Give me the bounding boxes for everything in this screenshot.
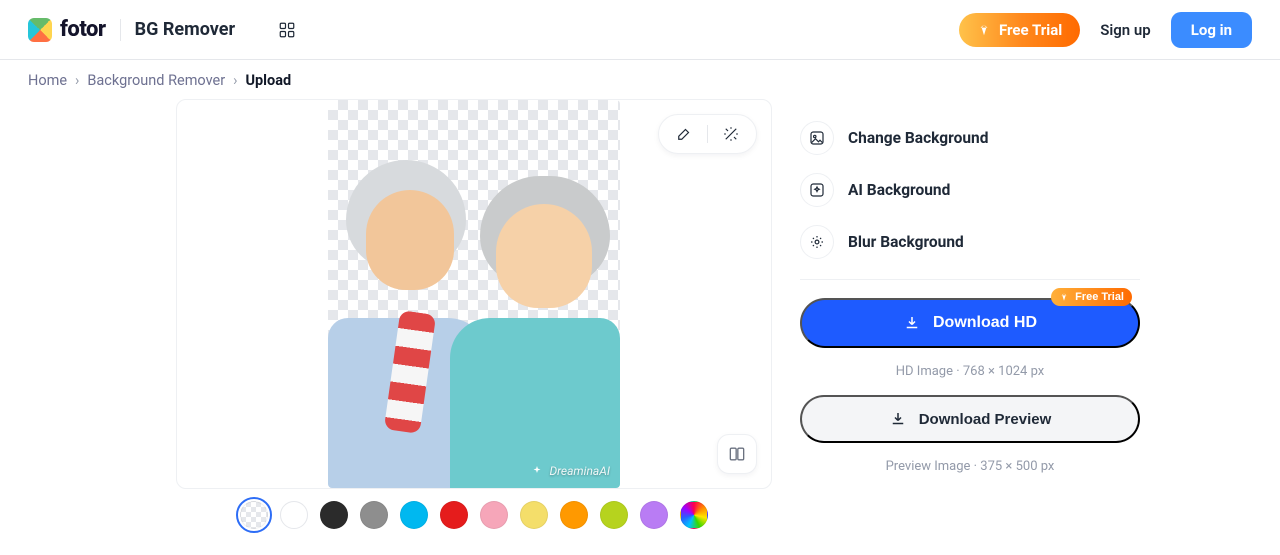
change-background-action[interactable]: Change Background xyxy=(800,121,1140,155)
swatch-pink[interactable] xyxy=(480,501,508,529)
brush-icon xyxy=(675,125,693,143)
brand-logo-icon xyxy=(28,18,52,42)
swatch-cyan[interactable] xyxy=(400,501,428,529)
color-swatches xyxy=(176,501,772,529)
product-name: BG Remover xyxy=(135,19,235,40)
swatch-orange[interactable] xyxy=(560,501,588,529)
magic-tool-button[interactable] xyxy=(720,123,742,145)
ai-background-icon xyxy=(800,173,834,207)
swatch-white[interactable] xyxy=(280,501,308,529)
portrait-placeholder xyxy=(328,100,620,488)
swatch-red[interactable] xyxy=(440,501,468,529)
diamond-icon xyxy=(977,23,991,37)
breadcrumb-current: Upload xyxy=(245,72,291,89)
brand-logo[interactable]: fotor xyxy=(28,17,106,42)
magic-wand-icon xyxy=(722,125,740,143)
brand-separator xyxy=(120,19,121,41)
blur-icon xyxy=(808,233,826,251)
transparent-checkerboard: DreaminaAI xyxy=(328,100,620,488)
blur-background-label: Blur Background xyxy=(848,233,964,251)
signup-link[interactable]: Sign up xyxy=(1100,21,1151,39)
free-trial-button[interactable]: Free Trial xyxy=(959,13,1080,47)
image-icon xyxy=(808,129,826,147)
download-preview-button[interactable]: Download Preview xyxy=(800,395,1140,443)
auth-group: Free Trial Sign up Log in xyxy=(959,12,1252,48)
swatch-rainbow[interactable] xyxy=(680,501,708,529)
canvas-inner: DreaminaAI xyxy=(177,100,771,488)
brush-tool-button[interactable] xyxy=(673,123,695,145)
sparkle-square-icon xyxy=(808,181,826,199)
ai-background-label: AI Background xyxy=(848,181,950,199)
apps-menu-button[interactable] xyxy=(273,16,301,44)
compare-button[interactable] xyxy=(717,434,757,474)
breadcrumb-home[interactable]: Home xyxy=(28,72,67,89)
canvas-card: DreaminaAI xyxy=(176,99,772,489)
apps-grid-icon xyxy=(278,21,296,39)
canvas-column: DreaminaAI xyxy=(176,99,772,529)
panel-actions: Change Background AI Background xyxy=(800,121,1140,259)
right-panel: Change Background AI Background xyxy=(800,99,1140,529)
panel-divider xyxy=(800,279,1140,280)
swatch-lime[interactable] xyxy=(600,501,628,529)
chevron-right-icon: › xyxy=(233,72,237,89)
breadcrumb-background-remover[interactable]: Background Remover xyxy=(87,72,225,89)
sparkle-icon xyxy=(531,465,543,477)
free-trial-label: Free Trial xyxy=(999,21,1062,39)
change-background-icon xyxy=(800,121,834,155)
blur-background-action[interactable]: Blur Background xyxy=(800,225,1140,259)
preview-note: Preview Image · 375 × 500 px xyxy=(800,459,1140,474)
top-bar: fotor BG Remover Free Trial Sign up Log … xyxy=(0,0,1280,60)
watermark: DreaminaAI xyxy=(531,464,610,478)
swatch-gray[interactable] xyxy=(360,501,388,529)
download-preview-label: Download Preview xyxy=(919,411,1052,428)
download-icon xyxy=(903,314,921,332)
tool-separator xyxy=(707,125,708,143)
hd-note: HD Image · 768 × 1024 px xyxy=(800,364,1140,379)
chevron-right-icon: › xyxy=(75,72,79,89)
change-background-label: Change Background xyxy=(848,129,988,147)
compare-icon xyxy=(727,444,747,464)
breadcrumb: Home › Background Remover › Upload xyxy=(0,60,1280,93)
swatch-transparent[interactable] xyxy=(240,501,268,529)
brand-name: fotor xyxy=(60,17,106,42)
blur-background-icon xyxy=(800,225,834,259)
watermark-text: DreaminaAI xyxy=(549,464,610,478)
download-icon xyxy=(889,410,907,428)
brand-group: fotor BG Remover xyxy=(28,16,301,44)
swatch-purple[interactable] xyxy=(640,501,668,529)
swatch-yellow[interactable] xyxy=(520,501,548,529)
diamond-icon xyxy=(1059,292,1069,302)
result-image xyxy=(328,100,620,488)
free-trial-badge: Free Trial xyxy=(1051,288,1132,306)
main: DreaminaAI xyxy=(0,93,1280,529)
free-trial-badge-label: Free Trial xyxy=(1075,291,1124,303)
edit-tools xyxy=(658,114,757,154)
swatch-black[interactable] xyxy=(320,501,348,529)
download-hd-label: Download HD xyxy=(933,314,1037,332)
ai-background-action[interactable]: AI Background xyxy=(800,173,1140,207)
download-hd-button[interactable]: Free Trial Download HD xyxy=(800,298,1140,348)
login-button[interactable]: Log in xyxy=(1171,12,1252,48)
